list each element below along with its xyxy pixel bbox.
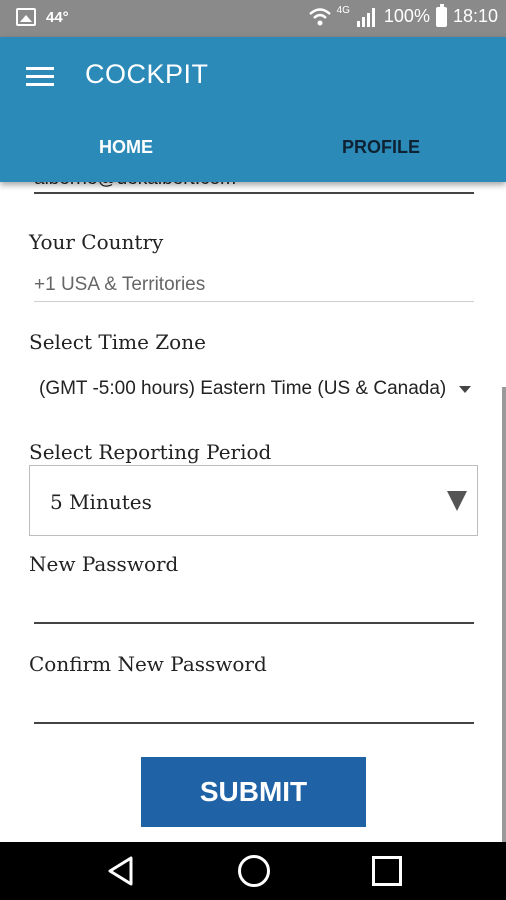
- dropdown-arrow-icon: [459, 386, 471, 393]
- email-field-value[interactable]: alborne@dekalbert.com: [34, 182, 236, 190]
- time-zone-selected-value: (GMT -5:00 hours) Eastern Time (US & Can…: [39, 378, 447, 399]
- recent-apps-icon[interactable]: [372, 856, 402, 886]
- battery-icon: [435, 3, 447, 27]
- signal-icon: [356, 7, 375, 27]
- status-left: 44°: [16, 8, 69, 26]
- wifi-icon: [308, 7, 331, 25]
- reporting-period-select[interactable]: 5 Minutes: [29, 465, 478, 536]
- country-field-underline: [34, 301, 474, 302]
- country-field[interactable]: +1 USA & Territories: [34, 274, 205, 296]
- email-field-underline: [34, 192, 474, 194]
- app-bar: COCKPIT HOME PROFILE: [0, 37, 506, 182]
- confirm-password-input[interactable]: [34, 688, 474, 722]
- back-icon[interactable]: [107, 856, 135, 886]
- confirm-password-label: Confirm New Password: [29, 652, 267, 676]
- profile-form: alborne@dekalbert.com Your Country +1 US…: [0, 182, 506, 842]
- status-bar: 44° 4G 100% 18:10: [0, 0, 506, 37]
- weather-temperature: 44°: [46, 8, 69, 26]
- confirm-password-underline: [34, 722, 474, 724]
- network-type: 4G: [336, 5, 350, 16]
- app-title: COCKPIT: [85, 59, 209, 89]
- time-zone-label: Select Time Zone: [29, 330, 206, 354]
- tab-profile[interactable]: PROFILE: [342, 137, 420, 158]
- dropdown-arrow-icon: [447, 491, 467, 511]
- new-password-label: New Password: [29, 552, 179, 576]
- navigation-bar: [0, 842, 506, 900]
- time-zone-select[interactable]: (GMT -5:00 hours) Eastern Time (US & Can…: [29, 370, 481, 410]
- new-password-underline: [34, 622, 474, 624]
- battery-percent: 100%: [383, 6, 430, 26]
- clock: 18:10: [452, 6, 498, 26]
- scrollbar[interactable]: [502, 387, 506, 842]
- new-password-input[interactable]: [34, 588, 474, 622]
- gallery-notification-icon: [16, 8, 36, 26]
- submit-button[interactable]: SUBMIT: [141, 757, 366, 827]
- reporting-period-selected-value: 5 Minutes: [50, 490, 152, 514]
- hamburger-menu-icon[interactable]: [26, 67, 54, 87]
- country-label: Your Country: [29, 230, 164, 254]
- reporting-period-label: Select Reporting Period: [29, 440, 272, 464]
- home-icon[interactable]: [238, 855, 270, 887]
- status-right: 4G 100% 18:10: [308, 3, 498, 27]
- tab-home[interactable]: HOME: [99, 137, 153, 158]
